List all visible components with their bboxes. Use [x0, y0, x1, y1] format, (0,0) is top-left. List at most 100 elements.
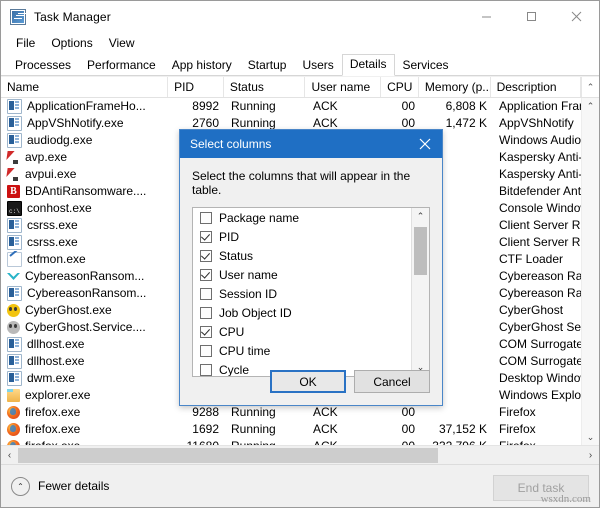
menu-item-options[interactable]: Options	[43, 34, 100, 52]
cancel-button[interactable]: Cancel	[354, 370, 430, 393]
cell-name: dllhost.exe	[1, 336, 169, 353]
column-option-user-name[interactable]: User name	[193, 265, 412, 284]
scroll-up-icon[interactable]: ⌃	[582, 98, 599, 115]
cell-name: avp.exe	[1, 149, 169, 166]
table-row[interactable]: firefox.exe 1692 Running ACK 00 37,152 K Firef…	[1, 421, 599, 438]
column-header-user-name[interactable]: User name	[305, 77, 382, 97]
select-columns-dialog: Select columns Select the columns that w…	[179, 129, 443, 406]
hscroll-track[interactable]	[18, 447, 582, 464]
ok-button[interactable]: OK	[270, 370, 346, 393]
cell-name: AppVShNotify.exe	[1, 115, 169, 132]
process-name-label: csrss.exe	[27, 218, 78, 232]
tab-users[interactable]: Users	[294, 55, 341, 76]
process-icon	[7, 321, 20, 334]
process-name-label: csrss.exe	[27, 235, 78, 249]
dialog-close-icon[interactable]	[408, 130, 442, 158]
column-list-scrollbar[interactable]: ⌃ ⌄	[411, 208, 429, 376]
scroll-down-icon[interactable]: ⌄	[582, 429, 599, 446]
checkbox-icon[interactable]	[200, 363, 212, 376]
tab-performance[interactable]: Performance	[79, 55, 164, 76]
checkbox-icon[interactable]	[200, 344, 212, 357]
column-header-status[interactable]: Status	[224, 77, 306, 97]
fewer-details-button[interactable]: ⌃ Fewer details	[11, 476, 110, 496]
column-header-label: Status	[229, 80, 264, 94]
cell-description: Windows Audio Device Graph Isol	[499, 133, 584, 147]
column-option-pid[interactable]: PID	[193, 227, 412, 246]
column-header-cpu[interactable]: CPU	[381, 77, 419, 97]
column-option-cpu-time[interactable]: CPU time	[193, 341, 412, 360]
tab-startup[interactable]: Startup	[240, 55, 295, 76]
process-icon	[7, 151, 20, 164]
column-option-label: Job Object ID	[219, 305, 292, 320]
cell-name: conhost.exe	[1, 200, 169, 217]
menu-bar: File Options View	[1, 32, 599, 54]
hscroll-thumb[interactable]	[18, 447, 438, 463]
scroll-right-icon[interactable]: ›	[582, 447, 599, 464]
process-icon	[7, 99, 22, 114]
process-name-label: audiodg.exe	[27, 133, 93, 147]
menu-item-view[interactable]: View	[101, 34, 143, 52]
cell-description: Client Server Runtime Process	[499, 218, 584, 232]
column-option-cpu[interactable]: CPU	[193, 322, 412, 341]
title-bar: Task Manager	[1, 1, 599, 32]
tab-processes[interactable]: Processes	[7, 55, 79, 76]
table-row[interactable]: ApplicationFrameHo... 8992 Running ACK 00 6,8…	[1, 98, 599, 115]
cell-cpu: 00	[401, 405, 415, 419]
minimize-button[interactable]	[464, 1, 509, 32]
checkbox-icon[interactable]	[200, 325, 212, 338]
column-header-name[interactable]: Name ⌃	[1, 77, 169, 97]
process-name-label: CyberGhost.exe	[25, 303, 112, 317]
fewer-details-label: Fewer details	[38, 479, 110, 493]
tab-services[interactable]: Services	[395, 55, 457, 76]
list-scroll-thumb[interactable]	[414, 227, 427, 275]
checkbox-icon[interactable]	[200, 249, 212, 262]
close-button[interactable]	[554, 1, 599, 32]
column-option-session-id[interactable]: Session ID	[193, 284, 412, 303]
process-name-label: ApplicationFrameHo...	[27, 99, 146, 113]
cell-name: audiodg.exe	[1, 132, 169, 149]
column-option-package-name[interactable]: Package name	[193, 208, 412, 227]
checkbox-icon[interactable]	[200, 306, 212, 319]
list-scroll-up-icon[interactable]: ⌃	[412, 208, 429, 225]
column-option-job-object-id[interactable]: Job Object ID	[193, 303, 412, 322]
column-option-label: CPU	[219, 324, 245, 339]
column-option-label: CPU time	[219, 343, 271, 358]
process-icon	[7, 423, 20, 436]
table-horizontal-scrollbar[interactable]: ‹ ›	[1, 445, 599, 464]
process-name-label: dwm.exe	[27, 371, 76, 385]
checkbox-icon[interactable]	[200, 268, 212, 281]
cell-name: csrss.exe	[1, 234, 169, 251]
maximize-button[interactable]	[509, 1, 554, 32]
process-icon	[7, 133, 22, 148]
process-icon	[7, 270, 20, 283]
checkbox-icon[interactable]	[200, 287, 212, 300]
checkbox-icon[interactable]	[200, 211, 212, 224]
process-name-label: avp.exe	[25, 150, 68, 164]
cell-cpu: 00	[401, 99, 415, 113]
table-row[interactable]: firefox.exe 9288 Running ACK 00 Firefox	[1, 404, 599, 421]
column-option-status[interactable]: Status	[193, 246, 412, 265]
column-header-pid[interactable]: PID	[168, 77, 224, 97]
cell-name: ctfmon.exe	[1, 251, 169, 268]
column-header-description[interactable]: Description	[491, 77, 582, 97]
table-vertical-scrollbar[interactable]: ⌃ ⌄	[581, 98, 599, 446]
cell-memory: 6,808 K	[445, 99, 487, 113]
window-controls	[464, 1, 599, 32]
chevron-up-icon: ⌃	[11, 476, 30, 496]
process-icon	[7, 218, 22, 233]
scroll-left-icon[interactable]: ‹	[1, 447, 18, 464]
menu-item-file[interactable]: File	[8, 34, 43, 52]
tab-app-history[interactable]: App history	[164, 55, 240, 76]
cell-description: Firefox	[499, 405, 536, 419]
cell-user: ACK	[313, 99, 338, 113]
checkbox-icon[interactable]	[200, 230, 212, 243]
process-icon	[7, 354, 22, 369]
cell-name: dwm.exe	[1, 370, 169, 387]
column-list[interactable]: Package name PID Status User name Session ID…	[192, 207, 430, 377]
tab-details[interactable]: Details	[341, 54, 395, 76]
column-list-items: Package name PID Status User name Session ID…	[193, 208, 412, 376]
process-name-label: firefox.exe	[25, 422, 81, 436]
column-header-memory-p[interactable]: Memory (p...	[419, 77, 491, 97]
dialog-title-bar: Select columns	[180, 130, 442, 158]
column-header-label: CPU	[387, 80, 413, 94]
